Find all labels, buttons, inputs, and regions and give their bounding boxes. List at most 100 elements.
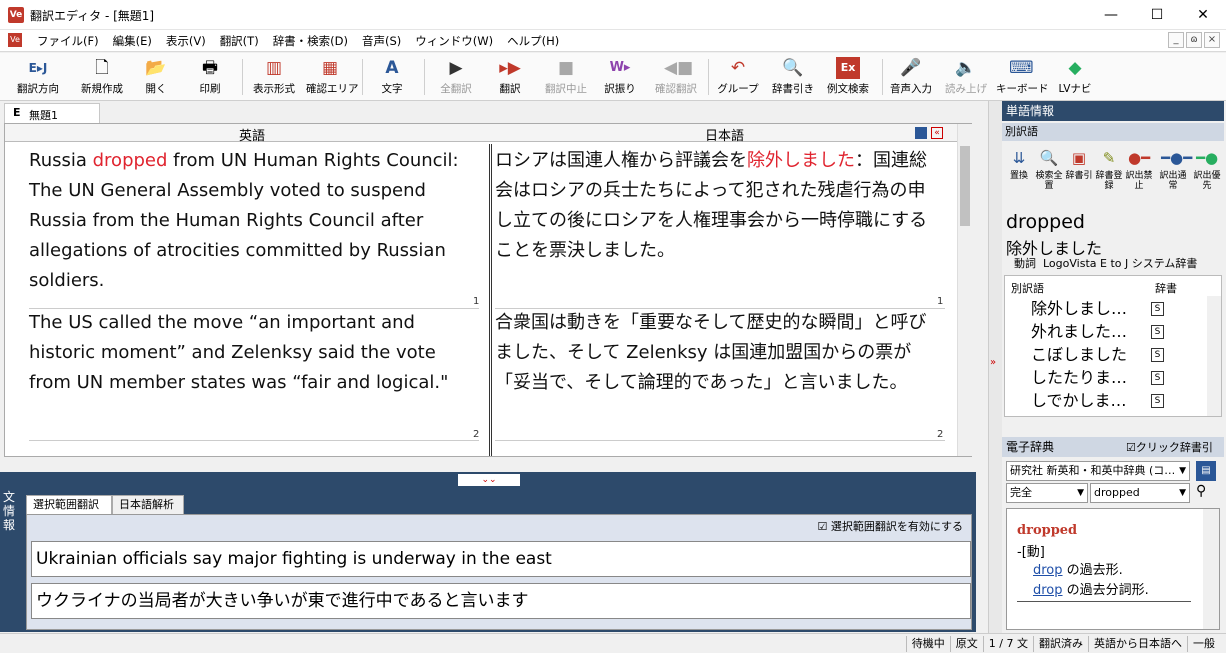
maximize-button[interactable]: ☐ [1134, 0, 1180, 30]
list-item[interactable]: 除外しまし… [1031, 298, 1127, 320]
columns-icon: ▥ [265, 58, 283, 78]
new-button[interactable]: 🗋 新規作成 [74, 55, 130, 99]
status-bar: 待機中 原文 1 / 7 文 翻訳済み 英語から日本語へ 一般 [0, 633, 1226, 653]
replace-all-button[interactable]: 🔍 検索全置 [1034, 145, 1064, 191]
editor-scrollbar[interactable] [957, 124, 972, 456]
click-lookup-checkbox[interactable]: ☑クリック辞書引 [1126, 439, 1213, 455]
search-word-input[interactable]: dropped ▼ [1090, 483, 1190, 503]
column-divider[interactable] [489, 144, 492, 456]
stop-button[interactable]: ■ 翻訳中止 [538, 55, 594, 99]
minimize-button[interactable]: — [1088, 0, 1134, 30]
group-button[interactable]: ↶ グループ [712, 55, 764, 99]
mdi-restore-button[interactable]: ɷ [1186, 32, 1202, 48]
enable-selection-checkbox[interactable]: ☑ 選択範囲翻訳を有効にする [818, 518, 963, 534]
tab-japanese-analysis[interactable]: 日本語解析 [112, 495, 184, 515]
example-icon: Ex [836, 57, 860, 79]
tab-selection-translate[interactable]: 選択範囲翻訳 [26, 495, 112, 515]
voice-input-button[interactable]: 🎤 音声入力 [886, 55, 936, 99]
register-icon: ✎ [1102, 149, 1116, 167]
menu-bar: Ve ファイル(F) 編集(E) 表示(V) 翻訳(T) 辞書・検索(D) 音声… [0, 30, 1226, 52]
selection-target-field[interactable]: ウクライナの当局者が大きい争いが東で進行中であると言います [31, 583, 971, 619]
lv-navi-button[interactable]: ◆ LVナビ [1052, 55, 1098, 99]
selection-source-field[interactable]: Ukrainian officials say major fighting i… [31, 541, 971, 577]
menu-file[interactable]: ファイル(F) [30, 33, 106, 49]
priority-button[interactable]: ━● 訳出優先 [1192, 145, 1222, 191]
layout-icon[interactable] [915, 127, 927, 139]
system-dict-badge: S [1151, 348, 1164, 362]
open-button[interactable]: 📂 開く [132, 55, 180, 99]
font-button[interactable]: A 文字 [372, 55, 412, 99]
list-item[interactable]: 外れました… [1031, 321, 1127, 343]
assign-button[interactable]: W▸ 訳振り [598, 55, 642, 99]
selected-word-display: dropped [1006, 211, 1085, 233]
menu-edit[interactable]: 編集(E) [106, 33, 159, 49]
word-tools: ⇊ 置換 🔍 検索全置 ▣ 辞書引 ✎ 辞書登録 ●━ 訳出禁止 ━●━ 訳出通常 ━● 訳出… [1002, 145, 1224, 197]
prohibit-button[interactable]: ●━ 訳出禁止 [1124, 145, 1154, 191]
stop-icon: ■ [557, 58, 575, 78]
expand-down-icon[interactable]: ⌄⌄ [458, 474, 520, 486]
example-search-button[interactable]: Ex 例文検索 [822, 55, 874, 99]
list-item[interactable]: しでかしま… [1031, 390, 1127, 412]
confirm-icon: ◀■ [664, 58, 694, 78]
printer-icon: 🖶 [201, 58, 219, 78]
mdi-close-button[interactable]: × [1204, 32, 1220, 48]
match-mode-select[interactable]: 完全 ▼ [1006, 483, 1088, 503]
scrollbar-thumb[interactable] [960, 146, 970, 226]
confirm-translate-button[interactable]: ◀■ 確認翻訳 [648, 55, 704, 99]
list-scrollbar[interactable] [1207, 296, 1221, 416]
translate-all-button[interactable]: ▶ 全翻訳 [432, 55, 480, 99]
entry-link[interactable]: drop [1033, 563, 1063, 578]
source-segment-2[interactable]: The US called the move “an important and… [29, 308, 481, 398]
display-mode-button[interactable]: ▥ 表示形式 [248, 55, 300, 99]
dict-button[interactable]: ▣ 辞書引 [1064, 145, 1094, 181]
menu-window[interactable]: ウィンドウ(W) [408, 33, 500, 49]
mdi-minimize-button[interactable]: _ [1168, 32, 1184, 48]
selected-translation[interactable]: 除外しました [747, 150, 855, 171]
status-state: 待機中 [905, 636, 950, 652]
segment-number: 2 [937, 429, 944, 440]
menu-view[interactable]: 表示(V) [159, 33, 213, 49]
close-button[interactable]: ✕ [1180, 0, 1226, 30]
dictionary-select[interactable]: 研究社 新英和・和英中辞典 (コ… ▼ [1006, 461, 1190, 481]
menu-translate[interactable]: 翻訳(T) [213, 33, 266, 49]
keyboard-button[interactable]: ⌨ キーボード [996, 55, 1049, 99]
dict-settings-icon[interactable]: ▤ [1196, 461, 1216, 481]
replace-button[interactable]: ⇊ 置換 [1004, 145, 1034, 181]
triple-columns-icon: ▦ [321, 58, 339, 78]
translation-editor[interactable]: 英語 日本語 « Russia dropped from UN Human Ri… [4, 123, 972, 457]
normal-button[interactable]: ━●━ 訳出通常 [1158, 145, 1192, 191]
menu-help[interactable]: ヘルプ(H) [500, 33, 566, 49]
segment-separator [495, 440, 945, 441]
system-dict-badge: S [1151, 325, 1164, 339]
alternatives-list[interactable]: 別訳語 辞書 除外しまし… S 外れました… S こぼしました S したたりま…… [1004, 275, 1222, 417]
collapse-icon[interactable]: « [931, 127, 943, 139]
priority-slider-icon: ━● [1195, 149, 1219, 167]
dict-register-button[interactable]: ✎ 辞書登録 [1094, 145, 1124, 191]
target-segment-1[interactable]: ロシアは国連人権から評議会を除外しました：国連総会はロシアの兵士たちによって犯さ… [495, 146, 937, 266]
dict-lookup-button[interactable]: 🔍 辞書引き [768, 55, 818, 99]
direction-button[interactable]: E▸J 翻訳方向 [10, 55, 66, 99]
dict-scrollbar[interactable] [1203, 509, 1219, 629]
list-item[interactable]: こぼしました [1031, 344, 1127, 366]
document-tab[interactable]: E 無題1 [4, 103, 100, 123]
chevron-down-icon: ▼ [1179, 488, 1186, 498]
selected-word[interactable]: dropped [93, 150, 168, 171]
right-panel-strip[interactable]: » [988, 101, 1002, 633]
prohibit-slider-icon: ●━ [1127, 149, 1151, 167]
target-segment-2[interactable]: 合衆国は動きを「重要なそして歴史的な瞬間」と呼びました、そして Zelenksy… [495, 308, 937, 398]
window-title: 翻訳エディタ - [無題1] [30, 9, 155, 23]
entry-link[interactable]: drop [1033, 583, 1063, 598]
read-aloud-button[interactable]: 🔈 読み上げ [940, 55, 992, 99]
expand-right-icon[interactable]: » [990, 357, 996, 368]
source-segment-1[interactable]: Russia dropped from UN Human Rights Coun… [29, 146, 481, 296]
print-button[interactable]: 🖶 印刷 [186, 55, 234, 99]
translate-button[interactable]: ▸▶ 翻訳 [488, 55, 532, 99]
title-bar: Ve 翻訳エディタ - [無題1] — ☐ ✕ [0, 0, 1226, 30]
confirm-area-button[interactable]: ▦ 確認エリア [306, 55, 359, 99]
microphone-icon: 🎤 [900, 58, 922, 78]
menu-dictionary[interactable]: 辞書・検索(D) [266, 33, 355, 49]
pane-splitter[interactable]: ⌄⌄ [0, 472, 976, 488]
menu-voice[interactable]: 音声(S) [355, 33, 408, 49]
binoculars-icon[interactable]: ⚲ [1196, 483, 1206, 499]
list-item[interactable]: したたりま… [1031, 367, 1127, 389]
